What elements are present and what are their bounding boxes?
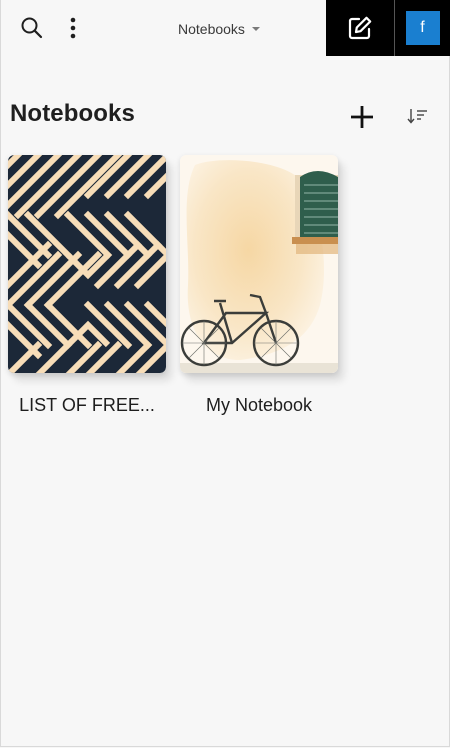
notebook-name[interactable]: My Notebook [170,395,348,416]
add-notebook-button[interactable] [346,101,378,133]
notebook-name[interactable]: LIST OF FREE... [0,395,176,416]
account-button[interactable]: f [395,0,450,56]
sort-icon [407,109,427,124]
geometric-pattern-cover [8,155,166,373]
top-bar: Notebooks f [0,0,450,56]
notebook-card[interactable]: My Notebook [180,155,338,415]
sort-button[interactable] [404,104,432,128]
search-button[interactable] [14,0,50,56]
facebook-avatar: f [405,11,440,45]
edit-icon [348,16,372,40]
page-title: Notebooks [10,100,135,127]
notebook-card[interactable]: LIST OF FREE... [8,155,166,415]
plus-icon [351,106,373,128]
section-dropdown-label: Notebooks [178,21,245,37]
section-dropdown[interactable]: Notebooks [178,20,260,38]
notebook-cover[interactable] [180,155,338,373]
caret-down-icon [251,27,260,31]
bicycle-illustration-cover [180,155,338,373]
notebook-cover[interactable] [8,155,166,373]
account-initial: f [420,19,425,36]
more-vertical-icon [70,17,76,39]
more-options-button[interactable] [60,0,86,56]
new-note-button[interactable] [326,0,394,56]
search-icon [21,17,43,39]
